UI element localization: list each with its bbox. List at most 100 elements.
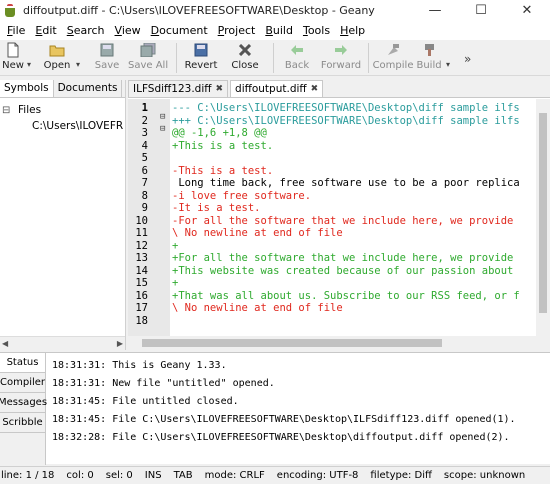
code-text: +That was all about us. Subscribe to our… — [172, 289, 520, 302]
status-mode: mode: CRLF — [204, 470, 265, 481]
menu-file[interactable]: File — [2, 24, 30, 37]
code-line[interactable]: 4 +This is a test. — [128, 140, 536, 153]
compile-icon — [385, 42, 401, 58]
status-bar: line: 1 / 18 col: 0 sel: 0 INS TAB mode:… — [0, 466, 550, 484]
code-line[interactable]: 13 +For all the software that we include … — [128, 252, 536, 265]
tree-item-files[interactable]: ⊟ Files — [2, 102, 123, 118]
code-line[interactable]: 7 Long time back, free software use to b… — [128, 177, 536, 190]
tab-ilfsdiff123[interactable]: ILFSdiff123.diff ✖ — [128, 80, 229, 97]
compile-button[interactable]: Compile — [373, 40, 413, 76]
new-button-label: New — [2, 60, 24, 71]
code-line[interactable]: 16 +That was all about us. Subscribe to o… — [128, 290, 536, 303]
code-text: -For all the software that we include he… — [172, 214, 514, 227]
line-number: 5 — [141, 152, 148, 164]
save-icon — [99, 42, 115, 58]
close-button[interactable]: Close — [225, 40, 265, 76]
build-dropdown-icon[interactable]: ▾ — [446, 60, 450, 69]
line-number: 15 — [135, 277, 148, 289]
menu-view[interactable]: View — [110, 24, 146, 37]
message-panel: Status Compiler Messages Scribble 18:31:… — [0, 352, 550, 465]
back-button[interactable]: Back — [282, 40, 312, 76]
forward-button[interactable]: Forward — [318, 40, 364, 76]
revert-button[interactable]: Revert — [181, 40, 221, 76]
scroll-left-icon[interactable]: ◀ — [2, 339, 8, 348]
tab-diffoutput[interactable]: diffoutput.diff ✖ — [230, 80, 324, 97]
tab-compiler[interactable]: Compiler — [0, 373, 45, 393]
close-button-label: Close — [231, 60, 259, 71]
tab-label: diffoutput.diff — [235, 83, 307, 95]
status-filetype: filetype: Diff — [370, 470, 432, 481]
tree-item-label: Files — [18, 104, 42, 116]
log-line: 18:31:45: File C:\Users\ILOVEFREESOFTWAR… — [52, 414, 516, 425]
status-ins: INS — [144, 470, 162, 481]
message-tabs: Status Compiler Messages Scribble — [0, 353, 47, 465]
scroll-thumb[interactable] — [142, 339, 442, 347]
line-number: 7 — [141, 177, 148, 189]
tab-status[interactable]: Status — [0, 353, 45, 373]
save-button[interactable]: Save — [90, 40, 124, 76]
code-line[interactable]: 12 + — [128, 240, 536, 253]
tab-documents[interactable]: Documents — [54, 80, 123, 97]
toolbar-separator — [176, 43, 178, 73]
open-dropdown-icon[interactable]: ▾ — [76, 60, 80, 69]
code-editor[interactable]: ⊟ ⊟ 1 --- C:\Users\ILOVEFREESOFTWARE\Desk… — [128, 99, 536, 336]
menu-search[interactable]: Search — [62, 24, 110, 37]
new-file-icon — [5, 42, 21, 58]
menu-bar: File Edit Search View Document Project B… — [0, 21, 550, 40]
code-text: Long time back, free software use to be … — [172, 177, 520, 189]
toolbar-separator — [273, 43, 275, 73]
toolbar-overflow-button[interactable]: » — [464, 52, 471, 66]
tab-symbols[interactable]: Symbols — [0, 80, 54, 97]
line-number: 4 — [141, 139, 148, 152]
menu-help[interactable]: Help — [335, 24, 370, 37]
tab-scribble[interactable]: Scribble — [0, 413, 45, 433]
close-window-button[interactable]: ✕ — [504, 0, 550, 21]
status-sel: sel: 0 — [105, 470, 133, 481]
code-line[interactable]: 5 — [128, 152, 536, 165]
scroll-right-icon[interactable]: ▶ — [117, 339, 123, 348]
new-dropdown-icon[interactable]: ▾ — [27, 60, 31, 69]
sidebar-tabs: Symbols Documents — [0, 80, 125, 98]
line-number: 9 — [141, 202, 148, 214]
code-line[interactable]: 3 @@ -1,6 +1,8 @@ — [128, 127, 536, 140]
code-line[interactable]: 2 +++ C:\Users\ILOVEFREESOFTWARE\Desktop\… — [128, 115, 536, 128]
code-text: +This website was created because of our… — [172, 264, 514, 277]
editor-vertical-scrollbar[interactable] — [536, 99, 550, 336]
code-line[interactable]: 14 +This website was created because of o… — [128, 265, 536, 278]
menu-project[interactable]: Project — [213, 24, 261, 37]
code-line[interactable]: 1 --- C:\Users\ILOVEFREESOFTWARE\Desktop\… — [128, 102, 536, 115]
code-line[interactable]: 9 -It is a test. — [128, 202, 536, 215]
sidebar-scrollbar[interactable]: ◀ ▶ — [0, 336, 125, 350]
code-text: \ No newline at end of file — [172, 227, 343, 239]
log-line: 18:31:45: File untitled closed. — [52, 396, 239, 407]
menu-build[interactable]: Build — [260, 24, 298, 37]
save-all-button[interactable]: Save All — [124, 40, 172, 76]
code-line[interactable]: 15 + — [128, 277, 536, 290]
save-all-button-label: Save All — [127, 60, 169, 71]
code-line[interactable]: 11 \ No newline at end of file — [128, 227, 536, 240]
compile-button-label: Compile — [372, 60, 414, 71]
menu-tools[interactable]: Tools — [298, 24, 335, 37]
line-number: 13 — [135, 252, 148, 264]
collapse-icon[interactable]: ⊟ — [2, 105, 12, 116]
maximize-button[interactable]: ☐ — [458, 0, 504, 21]
scroll-thumb[interactable] — [539, 113, 547, 313]
menu-edit[interactable]: Edit — [30, 24, 61, 37]
close-tab-icon[interactable]: ✖ — [311, 84, 319, 94]
tab-messages[interactable]: Messages — [0, 393, 47, 413]
code-line[interactable]: 18 — [128, 315, 536, 328]
code-line[interactable]: 10 -For all the software that we include … — [128, 215, 536, 228]
code-line[interactable]: 6 -This is a test. — [128, 165, 536, 178]
minimize-button[interactable]: — — [412, 0, 458, 21]
open-button[interactable]: Open — [39, 40, 75, 76]
code-line[interactable]: 17 \ No newline at end of file — [128, 302, 536, 315]
tree-item-path[interactable]: C:\Users\ILOVEFRE — [2, 118, 123, 134]
editor-horizontal-scrollbar[interactable] — [128, 336, 550, 350]
status-encoding: encoding: UTF-8 — [276, 470, 359, 481]
line-number: 2 — [141, 114, 148, 127]
new-button[interactable]: New — [0, 40, 26, 76]
menu-document[interactable]: Document — [146, 24, 213, 37]
code-line[interactable]: 8 -i love free software. — [128, 190, 536, 203]
build-button[interactable]: Build — [413, 40, 445, 76]
close-tab-icon[interactable]: ✖ — [215, 84, 223, 94]
